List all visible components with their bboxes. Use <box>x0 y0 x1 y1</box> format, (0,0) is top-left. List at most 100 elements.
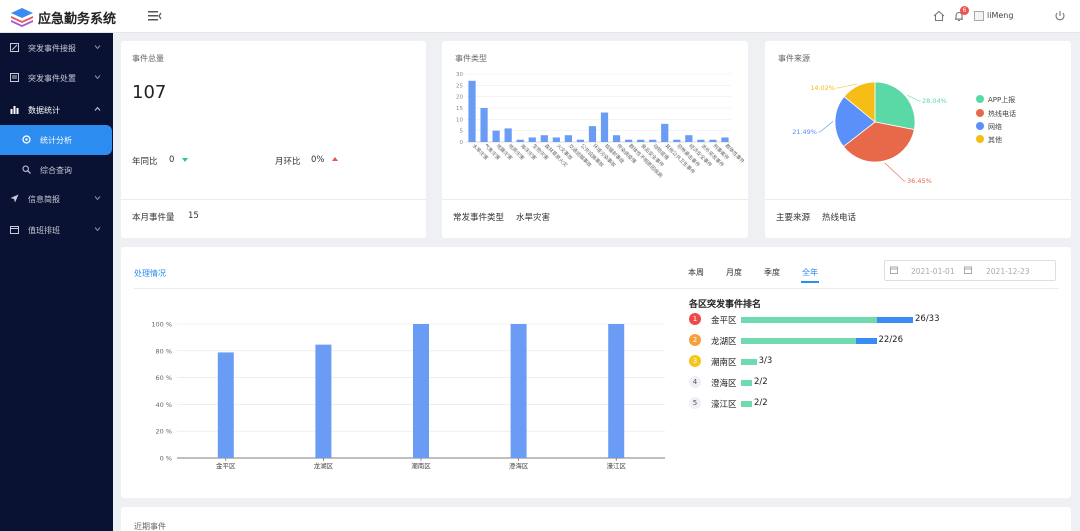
y-tick-label: 20 % <box>155 428 172 436</box>
chevron-down-icon <box>94 75 101 80</box>
sidebar-item-incident-report[interactable]: 突发事件接报 <box>0 33 113 63</box>
sidebar-item-incident-handling[interactable]: 突发事件处置 <box>0 63 113 93</box>
document-icon <box>10 73 19 82</box>
rank-progress-bar <box>741 380 752 386</box>
legend-dot <box>976 135 984 143</box>
rank-district-name: 龙湖区 <box>711 337 737 347</box>
bar <box>413 324 429 458</box>
rank-number-badge: 4 <box>689 376 701 388</box>
date-start[interactable]: 2021-01-01 <box>911 267 955 276</box>
ranking-row: 1 金平区 26/33 <box>689 313 1049 327</box>
rank-bar-remaining <box>876 317 913 323</box>
pie-value-label: 14.02% <box>810 84 835 92</box>
y-tick-label: 0 % <box>160 455 172 463</box>
rank-number-badge: 3 <box>689 355 701 367</box>
bar <box>588 126 597 142</box>
chevron-down-icon <box>94 196 101 201</box>
sidebar-item-duty[interactable]: 值班排班 <box>0 215 113 245</box>
rank-district-name: 潮南区 <box>711 358 737 368</box>
tab-month[interactable]: 月度 <box>726 267 742 278</box>
sidebar-item-label: 突发事件接报 <box>28 44 76 53</box>
ranking-title: 各区突发事件排名 <box>689 300 762 310</box>
y-tick-label: 30 <box>456 72 463 78</box>
recent-events-card <box>121 507 1071 531</box>
top-header: 应急勤务系统 6 liMeng <box>0 0 1080 33</box>
home-icon[interactable] <box>933 10 945 22</box>
pie-leader-line <box>818 121 834 133</box>
y-tick-label: 10 <box>456 117 463 123</box>
processing-title: 处理情况 <box>134 269 166 278</box>
card-divider <box>121 199 426 200</box>
ranking-row: 5 濠江区 2/2 <box>689 397 1049 411</box>
notification-badge: 6 <box>960 6 969 15</box>
y-tick-label: 40 % <box>155 401 172 409</box>
bar <box>721 137 729 142</box>
main-source-label: 主要来源 <box>776 213 811 223</box>
rank-bar-done <box>741 401 752 407</box>
recent-events-title: 近期事件 <box>134 522 166 531</box>
month-count-value: 15 <box>188 211 199 221</box>
x-tick-label: 龙湖区 <box>314 461 334 470</box>
legend-dot <box>976 122 984 130</box>
mom-value: 0% <box>311 155 325 165</box>
rank-number-badge: 5 <box>689 397 701 409</box>
rank-progress-bar <box>741 317 913 323</box>
bar <box>315 344 332 458</box>
power-icon[interactable] <box>1054 10 1066 22</box>
common-type-value: 水旱灾害 <box>516 213 551 223</box>
search-icon <box>22 165 31 174</box>
sidebar-item-briefing[interactable]: 信息简报 <box>0 184 113 214</box>
tab-quarter[interactable]: 季度 <box>764 267 780 278</box>
pie-value-label: 21.49% <box>792 128 817 136</box>
date-end[interactable]: 2021-12-23 <box>986 267 1030 276</box>
bar <box>217 352 234 458</box>
app-logo-icon <box>11 8 33 27</box>
rank-value: 22/26 <box>878 335 904 345</box>
legend-item: 热线电话 <box>976 109 1016 119</box>
sidebar-item-label: 值班排班 <box>28 226 60 235</box>
rank-bar-done <box>741 317 877 323</box>
bar <box>649 139 657 142</box>
bar <box>697 139 705 142</box>
sidebar-item-label: 统计分析 <box>40 136 72 145</box>
menu-collapse-icon[interactable] <box>148 10 162 22</box>
processing-chart: 0 % 20 % 40 % 60 % 80 % 100 % 金平区 龙湖区 潮南区 澄海区 濠江区 <box>151 321 665 470</box>
tab-week[interactable]: 本周 <box>688 267 704 278</box>
y-tick-label: 80 % <box>155 347 172 355</box>
pie-slice <box>874 81 916 131</box>
bar <box>504 128 512 142</box>
sidebar-item-query[interactable]: 综合查询 <box>0 155 113 185</box>
yoy-label: 年同比 <box>132 157 158 167</box>
bar <box>510 324 527 458</box>
down-arrow-icon <box>182 158 188 162</box>
bar <box>625 139 633 142</box>
calendar-icon <box>964 266 972 274</box>
tab-year[interactable]: 全年 <box>802 267 818 278</box>
main-source-value: 热线电话 <box>822 213 857 223</box>
x-tick-label: 金平区 <box>216 461 236 470</box>
rank-value: 26/33 <box>915 314 940 324</box>
total-value: 107 <box>132 82 167 103</box>
bar <box>600 112 609 142</box>
legend-item: APP上报 <box>976 95 1016 105</box>
sidebar-item-label: 突发事件处置 <box>28 74 76 83</box>
active-tab-indicator <box>801 281 819 283</box>
avatar[interactable] <box>974 11 984 21</box>
bar <box>612 135 621 142</box>
rank-bar-done <box>741 338 856 344</box>
sidebar-item-statistics[interactable]: 数据统计 <box>0 95 113 125</box>
bar <box>576 139 585 142</box>
bar <box>516 139 524 142</box>
legend-label: APP上报 <box>988 96 1016 104</box>
event-sources-pie: 28.04% 36.45% 21.49% 14.02% <box>792 81 947 185</box>
y-tick-label: 20 <box>456 95 463 101</box>
bar <box>468 80 476 142</box>
sidebar-item-analysis[interactable]: 统计分析 <box>0 125 112 155</box>
bar <box>673 139 681 142</box>
rank-progress-bar <box>741 401 752 407</box>
y-tick-label: 5 <box>460 129 464 135</box>
bar <box>540 135 548 142</box>
rank-district-name: 金平区 <box>711 316 737 326</box>
username[interactable]: liMeng <box>987 11 1013 20</box>
bar-chart-icon <box>10 106 19 114</box>
